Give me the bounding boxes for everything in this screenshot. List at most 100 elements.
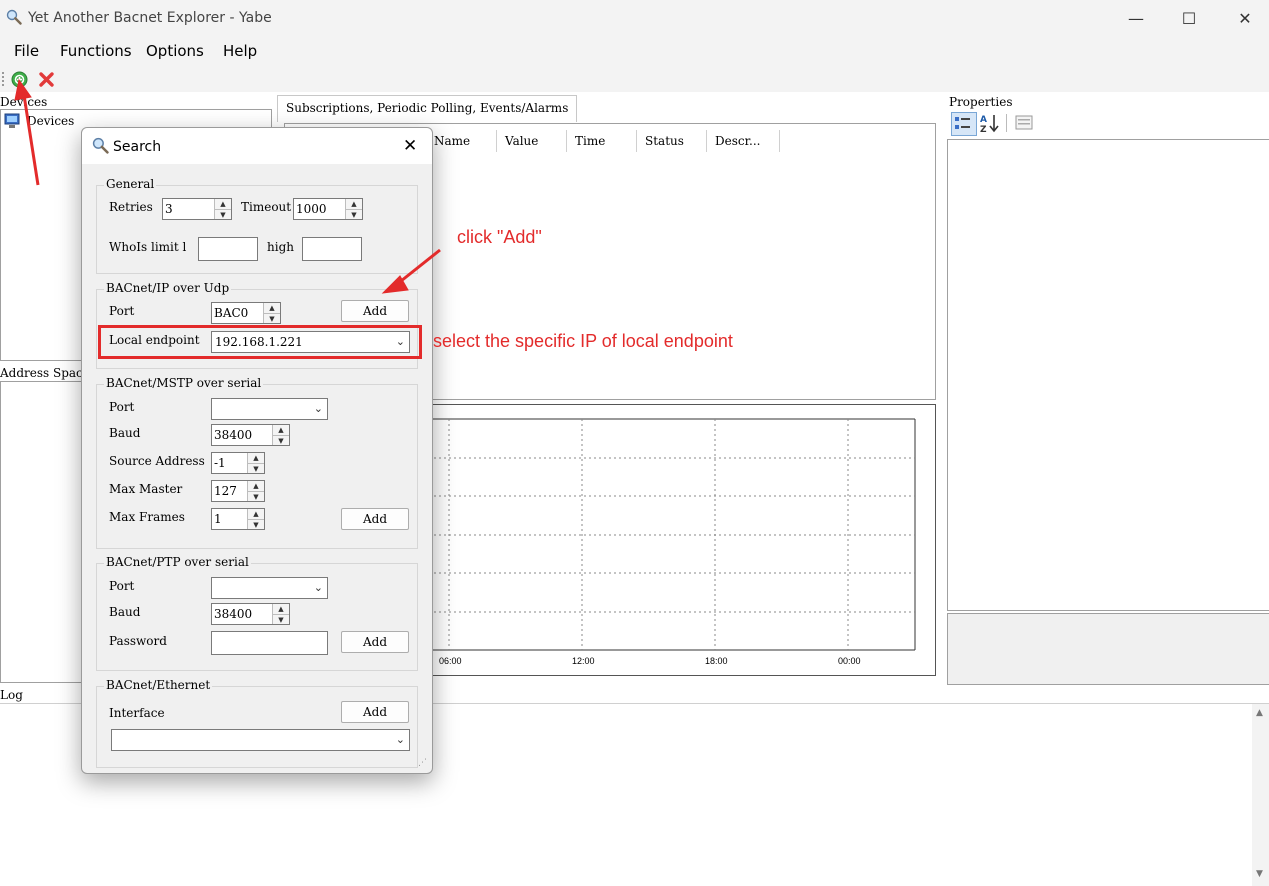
spin-up-icon[interactable]: ▲ — [215, 199, 231, 210]
retries-spinner[interactable]: 3 ▲ ▼ — [162, 198, 232, 220]
password-input[interactable] — [211, 631, 328, 655]
svg-text:A: A — [980, 115, 987, 125]
timeout-value: 1000 — [296, 202, 327, 216]
property-description — [947, 613, 1269, 685]
ptp-port-select[interactable]: ⌄ — [211, 577, 328, 599]
scroll-down-icon[interactable]: ▼ — [1256, 869, 1263, 879]
general-group-title: General — [104, 177, 157, 191]
spin-up-icon[interactable]: ▲ — [248, 481, 264, 492]
x-tick-label: 18:00 — [705, 656, 728, 666]
interface-select[interactable]: ⌄ — [111, 729, 410, 751]
ptp-baud-spinner[interactable]: 38400 ▲ ▼ — [211, 603, 290, 625]
property-pages-icon — [1015, 115, 1033, 130]
column-header-description[interactable]: Descr... — [707, 130, 780, 152]
minimize-button[interactable]: — — [1113, 0, 1159, 36]
whois-limit-label: WhoIs limit l — [109, 240, 187, 254]
spinner-buttons[interactable]: ▲ ▼ — [214, 199, 231, 219]
ip-port-label: Port — [109, 304, 135, 318]
add-device-icon[interactable] — [11, 71, 28, 88]
magnifier-icon — [6, 9, 22, 25]
bacnet-ethernet-group-title: BACnet/Ethernet — [104, 678, 213, 692]
search-dialog-close-button[interactable]: ✕ — [403, 136, 417, 156]
address-space-panel-label: Address Spac — [0, 366, 83, 380]
ip-add-button[interactable]: Add — [341, 300, 409, 322]
property-pages-button[interactable] — [1013, 112, 1037, 134]
source-address-spinner[interactable]: -1 ▲ ▼ — [211, 452, 265, 474]
log-panel-label: Log — [0, 688, 23, 702]
x-tick-label: 00:00 — [838, 656, 861, 666]
spin-up-icon[interactable]: ▲ — [273, 604, 289, 615]
categorized-icon — [955, 117, 970, 129]
spin-down-icon[interactable]: ▼ — [273, 436, 289, 446]
column-header-name[interactable]: Name — [426, 130, 497, 152]
column-header-time[interactable]: Time — [567, 130, 637, 152]
whois-high-input[interactable] — [302, 237, 362, 261]
column-header-value[interactable]: Value — [497, 130, 567, 152]
timeout-spinner[interactable]: 1000 ▲ ▼ — [293, 198, 363, 220]
categorized-button[interactable] — [951, 112, 977, 136]
chevron-down-icon: ⌄ — [313, 581, 323, 594]
max-frames-spinner[interactable]: 1 ▲ ▼ — [211, 508, 265, 530]
bacnet-mstp-group-title: BACnet/MSTP over serial — [104, 376, 264, 390]
log-scrollbar[interactable]: ▲ ▼ — [1252, 704, 1269, 886]
mstp-add-button[interactable]: Add — [341, 508, 409, 530]
spin-up-icon[interactable]: ▲ — [346, 199, 362, 210]
spinner-buttons[interactable]: ▲ ▼ — [272, 604, 289, 624]
interface-label: Interface — [109, 706, 165, 720]
spin-down-icon[interactable]: ▼ — [346, 210, 362, 220]
mstp-baud-spinner[interactable]: 38400 ▲ ▼ — [211, 424, 290, 446]
column-header-status[interactable]: Status — [637, 130, 707, 152]
sort-az-icon: A Z — [980, 115, 999, 135]
spin-up-icon[interactable]: ▲ — [248, 509, 264, 520]
spin-up-icon[interactable]: ▲ — [273, 425, 289, 436]
mstp-baud-label: Baud — [109, 426, 141, 440]
tab-subscriptions[interactable]: Subscriptions, Periodic Polling, Events/… — [277, 95, 578, 122]
max-frames-label: Max Frames — [109, 510, 185, 524]
ptp-baud-value: 38400 — [214, 607, 253, 621]
property-grid[interactable] — [947, 139, 1269, 611]
spinner-buttons[interactable]: ▲ ▼ — [263, 303, 280, 323]
remove-device-icon[interactable] — [38, 71, 55, 88]
menu-file[interactable]: File — [14, 42, 39, 60]
ethernet-add-button[interactable]: Add — [341, 701, 409, 723]
spinner-buttons[interactable]: ▲ ▼ — [247, 481, 264, 501]
spin-up-icon[interactable]: ▲ — [264, 303, 280, 314]
devices-panel-label: Devices — [0, 95, 48, 109]
trend-graph[interactable]: 06:00 12:00 18:00 00:00 — [428, 404, 936, 676]
alphabetical-sort-button[interactable]: A Z — [978, 112, 1002, 135]
whois-low-input[interactable] — [198, 237, 258, 261]
scroll-up-icon[interactable]: ▲ — [1256, 708, 1263, 718]
spinner-buttons[interactable]: ▲ ▼ — [247, 509, 264, 529]
retries-label: Retries — [109, 200, 153, 214]
spin-down-icon[interactable]: ▼ — [215, 210, 231, 220]
spin-down-icon[interactable]: ▼ — [264, 314, 280, 324]
trend-graph-canvas: 06:00 12:00 18:00 00:00 — [429, 418, 916, 666]
select-ip-annotation: select the specific IP of local endpoint — [433, 331, 733, 351]
menu-help[interactable]: Help — [223, 42, 257, 60]
source-address-value: -1 — [214, 456, 226, 470]
ptp-add-button[interactable]: Add — [341, 631, 409, 653]
resize-grip-icon[interactable]: ⋰ — [418, 758, 427, 768]
spinner-buttons[interactable]: ▲ ▼ — [247, 453, 264, 473]
maximize-button[interactable]: ☐ — [1166, 0, 1212, 36]
max-master-spinner[interactable]: 127 ▲ ▼ — [211, 480, 265, 502]
magnifier-icon — [92, 137, 109, 154]
menu-functions[interactable]: Functions — [60, 42, 132, 60]
spinner-buttons[interactable]: ▲ ▼ — [345, 199, 362, 219]
devices-tree-root[interactable]: Devices — [27, 114, 74, 128]
spin-down-icon[interactable]: ▼ — [248, 520, 264, 530]
ip-port-spinner[interactable]: BAC0 ▲ ▼ — [211, 302, 281, 324]
timeout-label: Timeout — [241, 200, 292, 214]
password-label: Password — [109, 634, 167, 648]
close-window-button[interactable]: ✕ — [1222, 0, 1268, 36]
toolbar-grip — [2, 72, 6, 86]
x-tick-label: 06:00 — [439, 656, 462, 666]
menu-bar: File Functions Options Help — [0, 36, 1269, 66]
spin-down-icon[interactable]: ▼ — [248, 464, 264, 474]
spinner-buttons[interactable]: ▲ ▼ — [272, 425, 289, 445]
spin-up-icon[interactable]: ▲ — [248, 453, 264, 464]
menu-options[interactable]: Options — [146, 42, 204, 60]
spin-down-icon[interactable]: ▼ — [273, 615, 289, 625]
spin-down-icon[interactable]: ▼ — [248, 492, 264, 502]
mstp-port-select[interactable]: ⌄ — [211, 398, 328, 420]
